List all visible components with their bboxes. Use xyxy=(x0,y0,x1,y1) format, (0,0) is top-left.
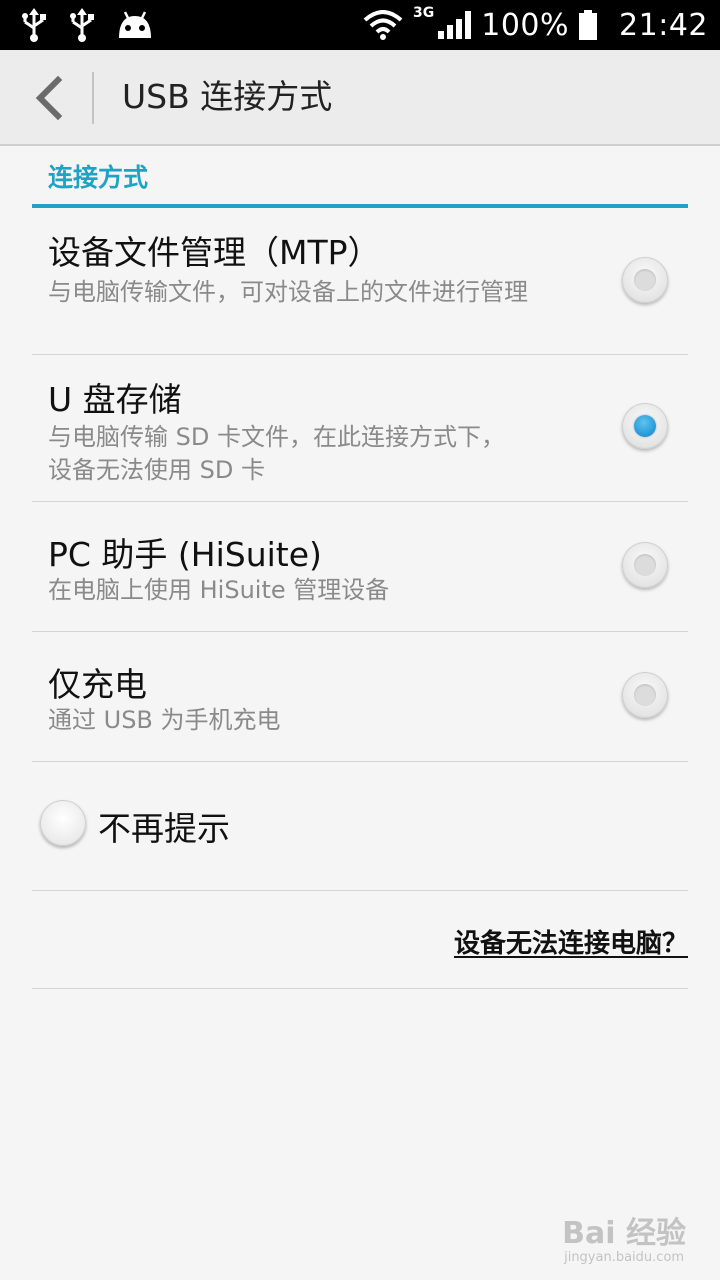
section-header: 连接方式 xyxy=(48,163,149,192)
option-charge-only[interactable]: 仅充电 通过 USB 为手机充电 xyxy=(32,632,688,762)
clock: 21:42 xyxy=(619,7,708,43)
network-type: 3G xyxy=(413,5,435,21)
watermark-main: Bai 经验 xyxy=(562,1216,686,1251)
chevron-left-icon xyxy=(35,75,63,121)
dont-remind-row[interactable]: 不再提示 xyxy=(32,762,688,891)
option-subtitle: 通过 USB 为手机充电 xyxy=(48,706,281,734)
status-bar: 3G 100% 21:42 xyxy=(0,0,720,50)
battery-icon xyxy=(579,10,598,40)
action-bar: USB 连接方式 xyxy=(0,50,720,146)
dont-remind-label: 不再提示 xyxy=(98,809,230,848)
android-icon xyxy=(119,11,151,38)
option-mtp[interactable]: 设备文件管理（MTP） 与电脑传输文件，可对设备上的文件进行管理 xyxy=(32,208,688,355)
radio-button-hisuite[interactable] xyxy=(622,542,668,588)
option-subtitle: 与电脑传输文件，可对设备上的文件进行管理 xyxy=(48,278,528,306)
option-title: 设备文件管理（MTP） xyxy=(48,233,381,272)
option-usb-storage[interactable]: U 盘存储 与电脑传输 SD 卡文件，在此连接方式下，设备无法使用 SD 卡 xyxy=(32,355,688,502)
option-hisuite[interactable]: PC 助手 (HiSuite) 在电脑上使用 HiSuite 管理设备 xyxy=(32,502,688,632)
back-button[interactable] xyxy=(20,68,76,128)
baidu-watermark: Bai 经验 jingyan.baidu.com xyxy=(562,1208,686,1265)
option-title: PC 助手 (HiSuite) xyxy=(48,535,322,574)
dont-remind-checkbox[interactable] xyxy=(40,800,86,846)
radio-button-usb-storage[interactable] xyxy=(622,403,668,449)
option-title: 仅充电 xyxy=(48,665,147,704)
action-bar-divider xyxy=(92,72,94,124)
usb-icon xyxy=(22,8,46,42)
option-subtitle: 在电脑上使用 HiSuite 管理设备 xyxy=(48,576,390,604)
option-title: U 盘存储 xyxy=(48,380,182,419)
watermark-url: jingyan.baidu.com xyxy=(564,1250,685,1265)
radio-button-charge-only[interactable] xyxy=(622,672,668,718)
page-title: USB 连接方式 xyxy=(122,77,333,116)
cannot-connect-link[interactable]: 设备无法连接电脑？ xyxy=(454,923,688,960)
radio-button-mtp[interactable] xyxy=(622,257,668,303)
wifi-icon xyxy=(363,10,403,40)
signal-icon xyxy=(438,11,472,39)
option-subtitle: 与电脑传输 SD 卡文件，在此连接方式下，设备无法使用 SD 卡 xyxy=(48,423,505,484)
help-row: 设备无法连接电脑？ xyxy=(32,891,688,989)
battery-level: 100% xyxy=(481,7,570,43)
usb-icon xyxy=(70,8,94,42)
